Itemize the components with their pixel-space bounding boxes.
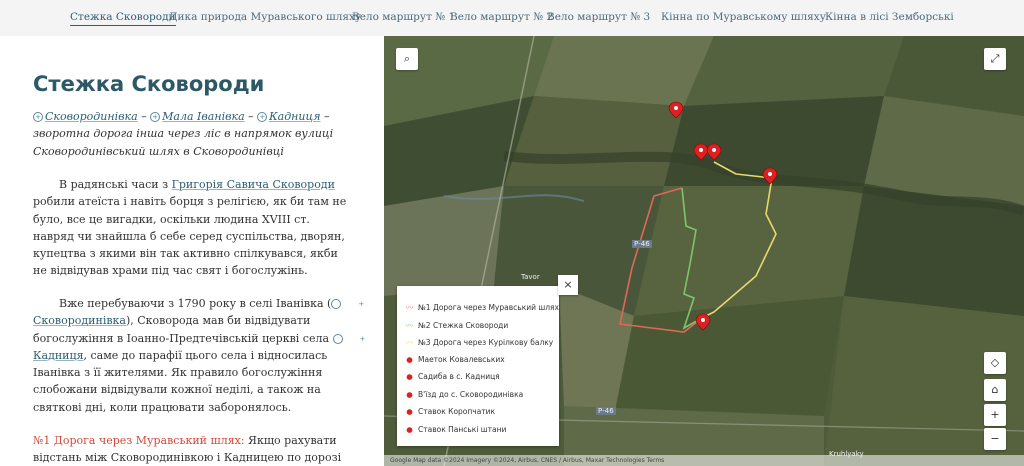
legend-item[interactable]: 〰 №1 Дорога через Муравський шлях [405,302,559,313]
nav-item-horse-muravsky[interactable]: Кінна по Муравському шляху [661,11,826,23]
legend-item[interactable]: 〰 №3 Дорога через Курілкову балку [405,337,553,348]
legend-item-label: Ставок Панські штани [418,424,507,434]
legend-item-label: №1 Дорога через Муравський шлях [418,303,559,312]
route-1-link[interactable]: №1 Дорога через Муравський шлях: [33,434,245,447]
legend-item-label: №3 Дорога через Курілкову балку [418,338,554,347]
paragraph-2: Вже перебуваючи з 1790 року в селі Івані… [33,297,366,414]
link-kadnytsia-2[interactable]: Кадниця [33,349,84,362]
link-skovoroda[interactable]: Григорія Савича Сковороди [172,178,335,191]
link-kadnytsia[interactable]: Кадниця [269,110,320,123]
expand-icon: + [33,112,43,122]
page-title: Стежка Сковороди [33,72,265,96]
expand-icon: + [332,333,365,344]
link-skovorodynivka[interactable]: Сковородинівка [45,110,138,123]
paragraph-1: В радянські часи з Григорія Савича Сково… [33,178,347,278]
map-label-road: Р-46 [596,407,616,415]
legend-item[interactable]: ● В'їзд до с. Сковородинівка [405,390,523,399]
map-legend: × 〰 №1 Дорога через Муравський шлях 〰 №2 Ст… [397,275,578,446]
satellite-map[interactable]: Tavor Р-46 Р-46 Kruhlyaky ⌕ ⤢ ◇ ⌂ + − × … [384,36,1024,466]
map-search-button[interactable]: ⌕ [396,48,418,70]
legend-item-label: В'їзд до с. Сковородинівка [418,389,524,399]
locate-button[interactable]: ◇ [984,352,1006,374]
link-skovorodynivka-2[interactable]: Сковородинівка [33,314,126,327]
fullscreen-button[interactable]: ⤢ [984,48,1006,70]
link-mala-ivanivka[interactable]: Мала Іванівка [162,110,244,123]
legend-item[interactable]: 〰 №2 Стежка Сковороди [405,320,508,331]
map-pin-icon: ● [406,354,413,364]
legend-item[interactable]: ● Ставок Коропчатик [405,407,495,416]
route-line-icon: 〰 [405,303,414,312]
nav-item-bike-route-3[interactable]: Вело маршрут № 3 [547,11,650,23]
nav-item-bike-route-1[interactable]: Вело маршрут № 1 [352,11,455,23]
nav-item-bike-route-2[interactable]: Вело маршрут № 2 [450,11,553,23]
legend-item[interactable]: ● Садиба в с. Кадниця [405,372,500,381]
map-pin-icon: ● [406,389,413,399]
legend-item[interactable]: ● Ставок Панські штани [405,425,506,434]
route-summary: + Сковородинівка – + Мала Іванівка – + Кадн… [33,110,334,158]
expand-icon: + [331,299,364,309]
legend-item[interactable]: ● Маеток Ковалевських [405,354,505,364]
map-attribution: Google Map data ©2024 Imagery ©2024, Air… [384,455,1024,466]
legend-item-label: Садиба в с. Кадниця [418,372,500,381]
zoom-in-button[interactable]: + [984,404,1006,426]
article-panel: Стежка Сковороди + Сковородинівка – + Мала… [0,36,384,466]
paragraph-3: №1 Дорога через Муравський шлях: Якщо ра… [33,434,342,465]
nav-item-skovoroda-path[interactable]: Стежка Сковороди [70,11,176,26]
map-pin-icon: ● [406,372,413,381]
map-pin-icon: ● [406,424,413,434]
legend-close-button[interactable]: × [558,275,578,295]
map-label-road: Р-46 [632,240,652,248]
legend-item-label: Маеток Ковалевських [418,354,505,364]
expand-icon: + [150,112,161,122]
expand-icon: + [257,112,268,122]
legend-item-label: №2 Стежка Сковороди [418,320,509,330]
zoom-out-button[interactable]: − [984,428,1006,450]
nav-item-wildlife-muravsky[interactable]: Дика природа Муравського шляху [169,11,361,23]
top-navigation: Стежка Сковороди Дика природа Муравськог… [0,0,1024,37]
map-label-tavor: Tavor [521,273,540,281]
home-button[interactable]: ⌂ [984,379,1006,401]
route-line-icon: 〰 [405,320,414,330]
nav-item-horse-zemborski[interactable]: Кінна в лісі Земборські [825,11,954,23]
route-line-icon: 〰 [405,338,414,347]
map-pin-icon: ● [406,407,413,416]
legend-item-label: Ставок Коропчатик [418,407,496,416]
